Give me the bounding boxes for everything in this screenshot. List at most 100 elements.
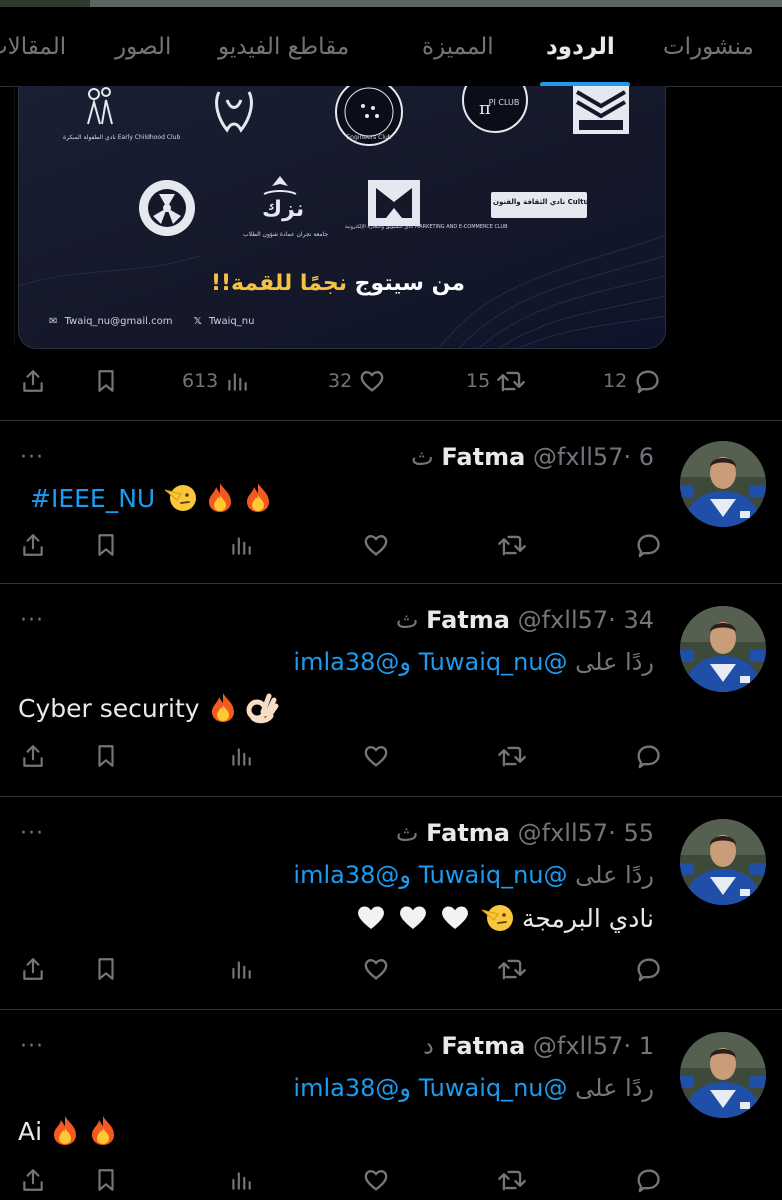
- radiology-club-logo: [137, 178, 197, 242]
- more-options-button[interactable]: ···: [20, 821, 44, 846]
- repost-button[interactable]: [497, 949, 527, 989]
- author-name[interactable]: Fatma: [441, 1032, 525, 1060]
- author-name[interactable]: Fatma: [426, 819, 510, 847]
- repost-button[interactable]: [497, 525, 527, 565]
- mention-link[interactable]: @imla38: [293, 648, 399, 676]
- engineers-club-caption: Engineers Club: [346, 134, 392, 141]
- share-button[interactable]: [20, 1160, 46, 1200]
- author-handle[interactable]: @fxll57: [518, 606, 609, 634]
- bookmark-button[interactable]: [93, 1160, 119, 1200]
- more-options-button[interactable]: ···: [20, 608, 44, 633]
- author-handle[interactable]: @fxll57: [533, 443, 624, 471]
- fire-emoji: [243, 481, 273, 519]
- repost-button[interactable]: 15: [466, 361, 526, 401]
- reply-count: 12: [603, 370, 628, 392]
- views-button[interactable]: [228, 949, 254, 989]
- tab-articles[interactable]: المقالات: [0, 33, 66, 61]
- views-chart-icon: [232, 1172, 251, 1190]
- bookmark-button[interactable]: [93, 736, 119, 776]
- avatar[interactable]: [680, 819, 766, 905]
- author-handle[interactable]: @fxll57: [533, 1032, 624, 1060]
- share-icon: [23, 745, 43, 767]
- card-tagline-text: من سيتوج: [347, 271, 465, 296]
- meta-separator: ·: [623, 443, 632, 471]
- tab-replies[interactable]: الردود: [546, 33, 615, 61]
- mention-link[interactable]: @Tuwaiq_nu: [419, 1074, 568, 1102]
- views-chart-icon: [228, 373, 248, 391]
- club-square-logo: [571, 86, 631, 140]
- reply-tweet[interactable]: Fatma @fxll57· 55 ث ··· ردًا على @Tuwaiq…: [0, 797, 782, 1010]
- marketing-club-caption: نادي التسويق والتجارة الإلكترونية MARKET…: [345, 224, 508, 230]
- ok-hand-emoji: [245, 690, 279, 730]
- reply-button[interactable]: [634, 736, 662, 776]
- tweet-action-bar: [0, 525, 782, 565]
- mention-link[interactable]: @Tuwaiq_nu: [419, 648, 568, 676]
- more-options-button[interactable]: ···: [20, 445, 44, 470]
- mention-link[interactable]: @Tuwaiq_nu: [419, 861, 568, 889]
- share-button[interactable]: [20, 525, 46, 565]
- bookmark-button[interactable]: [93, 949, 119, 989]
- views-button[interactable]: [228, 736, 254, 776]
- heart-icon: [364, 1170, 388, 1191]
- reply-bubble-icon: [637, 958, 660, 982]
- reply-tweet[interactable]: Fatma @fxll57· 1 د ··· ردًا على @Tuwaiq_…: [0, 1010, 782, 1200]
- avatar[interactable]: [680, 1032, 766, 1118]
- more-options-button[interactable]: ···: [20, 1034, 44, 1059]
- reply-tweet[interactable]: Fatma @fxll57· 6 ث ··· #IEEE_NU: [0, 421, 782, 584]
- views-chart-icon: [232, 537, 251, 555]
- share-button[interactable]: [20, 949, 46, 989]
- post-image-card[interactable]: نادي الطفولة المبكرة Early Childhood Clu…: [18, 86, 666, 349]
- like-button[interactable]: [362, 736, 390, 776]
- tab-highlights[interactable]: المميزة: [422, 33, 494, 61]
- avatar[interactable]: [680, 606, 766, 692]
- reply-button[interactable]: [634, 1160, 662, 1200]
- svg-text:نزك: نزك: [262, 197, 304, 222]
- like-button[interactable]: [362, 949, 390, 989]
- repost-icon: [498, 535, 526, 556]
- views-button[interactable]: [228, 1160, 254, 1200]
- reply-button[interactable]: 12: [603, 361, 661, 401]
- tweet-meta: Fatma @fxll57· 34 ث: [396, 606, 654, 634]
- tab-posts[interactable]: منشورات: [663, 33, 754, 61]
- post-action-bar: 613 32 15 12: [0, 361, 782, 401]
- views-button[interactable]: 613: [182, 361, 250, 401]
- share-icon: [23, 370, 43, 392]
- repost-icon: [497, 371, 526, 392]
- tab-videos[interactable]: مقاطع الفيديو: [218, 33, 349, 61]
- reply-bubble-icon: [637, 1169, 660, 1193]
- share-button[interactable]: [20, 361, 46, 401]
- bookmark-icon: [98, 958, 114, 980]
- pi-club-logo: π: [459, 86, 531, 140]
- fire-emoji: [208, 691, 238, 729]
- reply-joiner: و: [399, 861, 411, 889]
- share-button[interactable]: [20, 736, 46, 776]
- mention-link[interactable]: @imla38: [293, 1074, 399, 1102]
- repost-icon: [498, 959, 526, 980]
- author-name[interactable]: Fatma: [426, 606, 510, 634]
- reply-button[interactable]: [634, 949, 662, 989]
- tab-photos[interactable]: الصور: [115, 33, 171, 61]
- like-button[interactable]: 32: [328, 361, 386, 401]
- bookmark-button[interactable]: [93, 525, 119, 565]
- like-button[interactable]: [362, 525, 390, 565]
- repost-icon: [498, 1170, 526, 1191]
- fire-emoji: [205, 481, 235, 519]
- repost-button[interactable]: [497, 736, 527, 776]
- hashtag-link[interactable]: #IEEE_NU: [30, 484, 155, 513]
- reply-button[interactable]: [634, 525, 662, 565]
- like-button[interactable]: [362, 1160, 390, 1200]
- tweet-text: Cyber security: [18, 690, 279, 730]
- mention-link[interactable]: @imla38: [293, 861, 399, 889]
- share-icon: [23, 534, 43, 556]
- bookmark-button[interactable]: [93, 361, 119, 401]
- repost-button[interactable]: [497, 1160, 527, 1200]
- avatar[interactable]: [680, 441, 766, 527]
- like-count: 32: [328, 370, 353, 392]
- card-footer-email: Twaiq_nu@gmail.com: [64, 316, 173, 327]
- tweet-text: Ai: [18, 1114, 118, 1152]
- reply-tweet[interactable]: Fatma @fxll57· 34 ث ··· ردًا على @Tuwaiq…: [0, 584, 782, 797]
- views-button[interactable]: [228, 525, 254, 565]
- author-name[interactable]: Fatma: [441, 443, 525, 471]
- author-handle[interactable]: @fxll57: [518, 819, 609, 847]
- heart-icon: [364, 535, 388, 556]
